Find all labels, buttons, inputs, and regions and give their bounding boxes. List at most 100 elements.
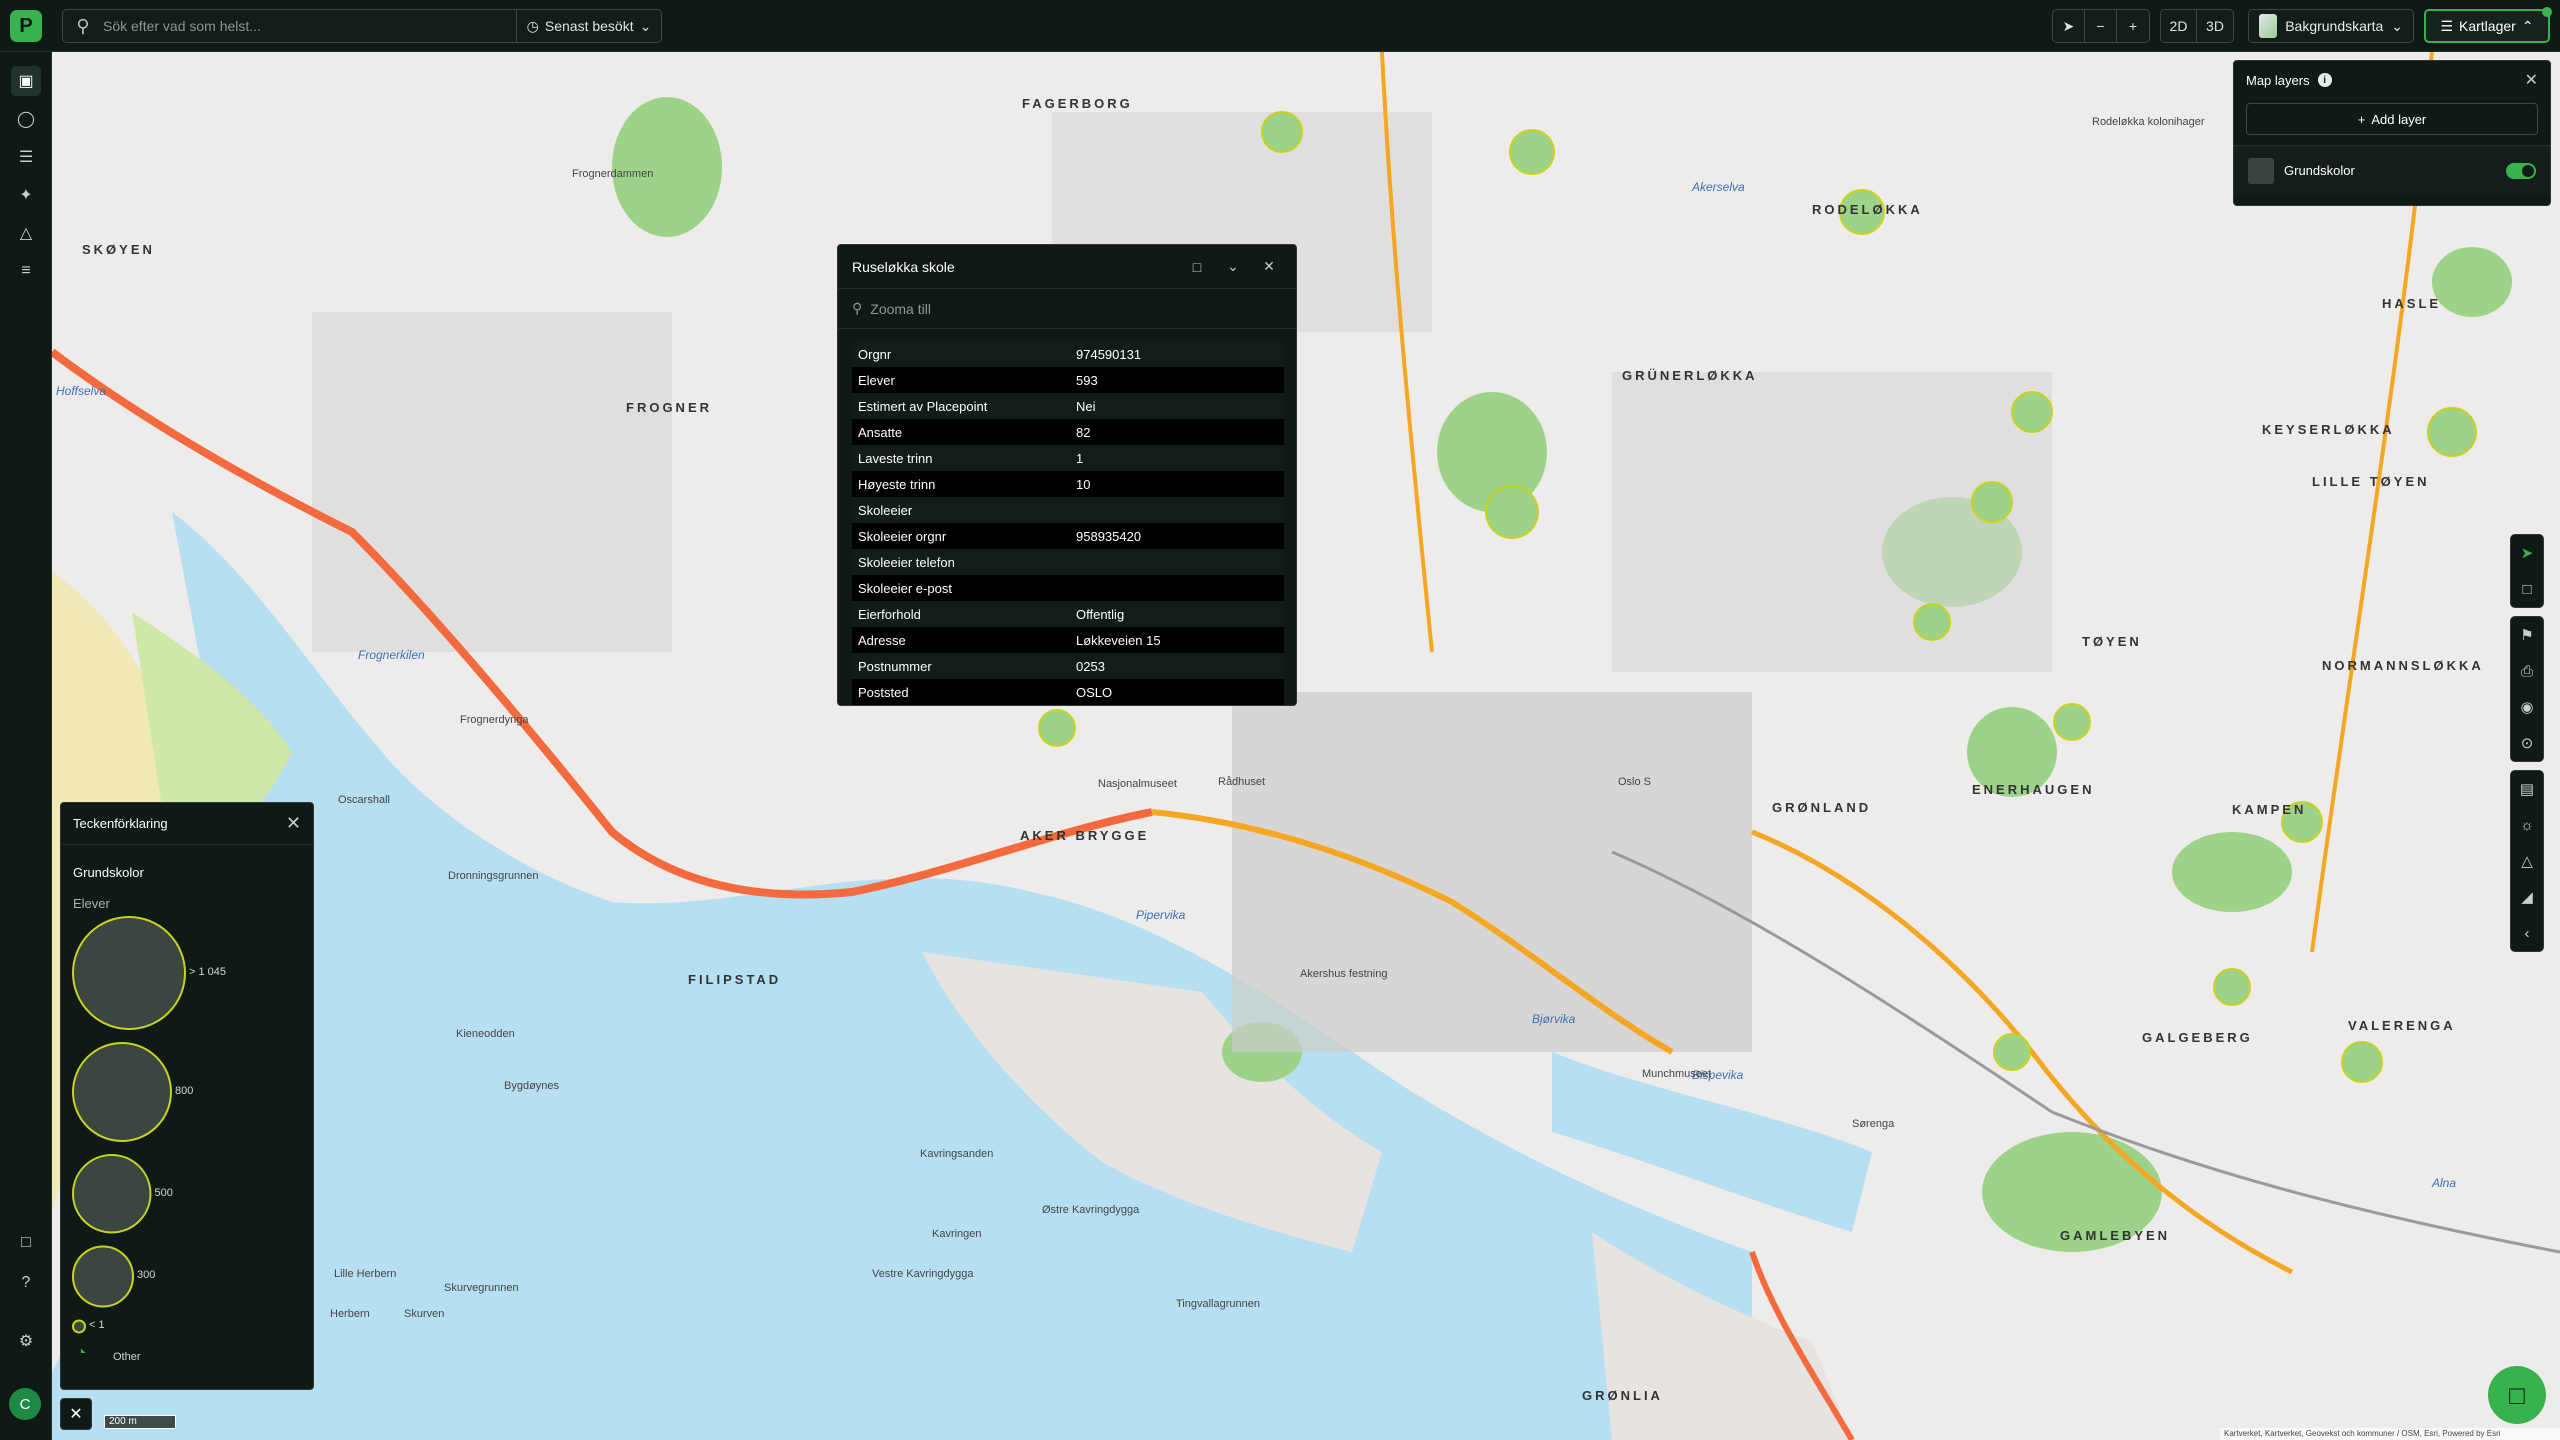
legend-size-label: 800 [174, 1084, 194, 1097]
bookmark-icon[interactable]: ⚑ [2511, 617, 2543, 653]
slice-icon[interactable]: ◢ [2511, 879, 2543, 915]
list-icon[interactable]: ☰ [11, 142, 41, 172]
chevron-down-icon: ⌄ [639, 17, 652, 34]
place-label: Skurven [404, 1308, 445, 1320]
map-layers-button[interactable]: ☰ Kartlager ⌃ [2424, 7, 2552, 43]
attribute-value: 10 [1070, 471, 1284, 497]
district-label: HASLE [2382, 296, 2442, 311]
attribute-row: Poststed OSLO [852, 679, 1284, 705]
select-box-icon[interactable]: □ [2511, 571, 2543, 607]
legend-size-symbol [72, 1153, 152, 1234]
basemap-label: Bakgrundskarta [2285, 18, 2384, 34]
plus-icon: + [2357, 111, 2366, 127]
close-icon[interactable]: ✕ [2525, 70, 2538, 90]
zoom-in-button[interactable]: + [2117, 10, 2149, 42]
attribute-key: Poststed [852, 679, 1070, 705]
attribute-value [1070, 575, 1284, 601]
dock-icon[interactable]: □ [1184, 254, 1210, 280]
measure-icon[interactable]: △ [2511, 843, 2543, 879]
attribute-value: 974590131 [1070, 341, 1284, 367]
user-avatar[interactable]: C [9, 1388, 41, 1420]
layers-panel-title: Map layers [2246, 72, 2310, 88]
view-mode-toggle: 2D 3D [2160, 9, 2234, 43]
attribute-row: Postnummer 0253 [852, 653, 1284, 679]
close-icon[interactable]: ✕ [1256, 254, 1282, 280]
zoom-out-button[interactable]: − [2085, 10, 2117, 42]
layer-visibility-toggle[interactable] [2506, 162, 2536, 179]
attribute-table: Orgnr 974590131 Elever 593 Estimert av Place… [852, 341, 1284, 705]
legend-header: Teckenförklaring ✕ [61, 803, 313, 845]
extra-toolbar: ▤ ☼ △ ◢ ‹ [2510, 770, 2544, 952]
map-view-icon[interactable]: ▣ [11, 66, 41, 96]
search-input[interactable] [103, 18, 503, 34]
attribute-key: Postnummer [852, 653, 1070, 679]
left-rail: ▣ ◯ ☰ ✦ △ ≡ □ ? ⚙ C [0, 52, 52, 1440]
zoom-to-label: Zooma till [870, 300, 931, 317]
attribute-key: Skoleeier orgnr [852, 523, 1070, 549]
place-label: Tingvallagrunnen [1176, 1298, 1260, 1310]
district-label: AKER BRYGGE [1020, 828, 1150, 843]
district-label: NORMANNSLØKKA [2322, 658, 2484, 673]
feedback-icon[interactable]: □ [11, 1228, 41, 1258]
tools-toolbar: ⚑ ⎙ ◉ ⊙ [2510, 616, 2544, 762]
legend-title: Teckenförklaring [73, 816, 168, 831]
chat-icon[interactable]: □ [2488, 1366, 2546, 1424]
zoom-search-icon: ⚲ [852, 300, 863, 316]
legend-other-label: Other [113, 1351, 141, 1364]
district-label: VALERENGA [2348, 1018, 2456, 1033]
place-label: Oscarshall [338, 794, 390, 806]
close-icon[interactable]: ✕ [286, 813, 301, 834]
info-icon[interactable]: i [2317, 73, 2332, 87]
layer-thumbnail [2248, 157, 2274, 184]
map-canvas[interactable]: FAGERBORG RODELØKKA SKØYEN HASLE GRÜNERL… [52, 52, 2560, 1440]
place-label: Skurvegrunnen [444, 1282, 519, 1294]
attribute-key: Adresse [852, 627, 1070, 653]
app-logo[interactable]: P [10, 10, 42, 42]
collapse-icon[interactable]: ⌄ [1220, 254, 1246, 280]
pointer-icon[interactable]: ➤ [2511, 535, 2543, 571]
flask-icon[interactable]: △ [11, 218, 41, 248]
mode-3d-button[interactable]: 3D [2197, 10, 2233, 42]
add-layer-button[interactable]: + Add layer [2246, 103, 2538, 135]
basemap-button[interactable]: Bakgrundskarta ⌄ [2248, 9, 2414, 43]
attribute-key: Elever [852, 367, 1070, 393]
place-label: Sørenga [1852, 1118, 1895, 1130]
place-label: Dronningsgrunnen [448, 870, 539, 882]
mode-2d-button[interactable]: 2D [2161, 10, 2197, 42]
print-icon[interactable]: ⎙ [2511, 653, 2543, 689]
zoom-to-button[interactable]: ⚲ Zooma till [838, 289, 1296, 329]
water-label: Akerselva [1692, 180, 1745, 194]
attribute-row: Laveste trinn 1 [852, 445, 1284, 471]
district-label: RODELØKKA [1812, 202, 1923, 217]
filter-icon[interactable]: ≡ [11, 256, 41, 286]
chevron-left-icon[interactable]: ‹ [2511, 915, 2543, 951]
attribute-row: Skoleeier [852, 497, 1284, 523]
popup-title: Ruseløkka skole [852, 258, 955, 275]
close-legend-button[interactable]: ✕ [60, 1398, 92, 1430]
settings-icon[interactable]: ⚙ [11, 1326, 41, 1356]
camera-icon[interactable]: ◉ [2511, 689, 2543, 725]
district-label: GAMLEBYEN [2060, 1228, 2171, 1243]
compass-button[interactable]: ➤ [2053, 10, 2085, 42]
locate-icon[interactable]: ⊙ [2511, 725, 2543, 761]
attribute-row: Elever 593 [852, 367, 1284, 393]
district-label: FAGERBORG [1022, 96, 1133, 111]
top-bar: P ⚲ ◷ Senast besökt ⌄ ➤ − + 2D 3D Bakgru… [0, 0, 2560, 52]
recent-button[interactable]: ◷ Senast besökt ⌄ [516, 9, 662, 43]
legend-size-label: > 1 045 [189, 966, 227, 978]
save-icon[interactable]: ▤ [2511, 771, 2543, 807]
attribute-row: Skoleeier telefon [852, 549, 1284, 575]
attribute-value: 593 [1070, 367, 1284, 393]
attribute-row: Estimert av Placepoint Nei [852, 393, 1284, 419]
search-box[interactable]: ⚲ [62, 9, 516, 43]
sun-icon[interactable]: ☼ [2511, 807, 2543, 843]
help-icon[interactable]: ? [11, 1268, 41, 1298]
tag-icon[interactable]: ◯ [11, 104, 41, 134]
place-label: Frognerdammen [572, 168, 654, 180]
layer-row-grundskolor[interactable]: Grundskolor [2234, 145, 2550, 195]
district-label: FROGNER [626, 400, 712, 415]
ai-sparkle-icon[interactable]: ✦ [11, 180, 41, 210]
water-label: Alna [2432, 1176, 2457, 1190]
water-label: Frognerkilen [358, 648, 425, 662]
notification-dot [2542, 7, 2552, 17]
